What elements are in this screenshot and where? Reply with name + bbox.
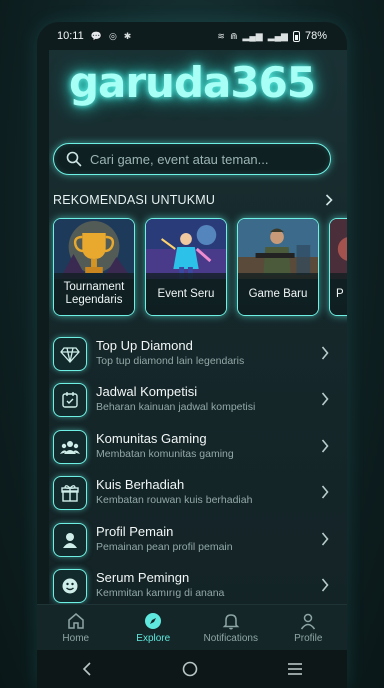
- menu-item-quiz[interactable]: Kuis Berhadiah Kembatan rouwan kuis berh…: [49, 471, 347, 517]
- diamond-icon: [53, 337, 87, 371]
- smile-icon: [53, 568, 87, 603]
- soldier-art: [238, 219, 318, 279]
- menu-item-profile[interactable]: Profil Pemain Pemainan pean profil pemai…: [49, 518, 347, 564]
- settings-icon: ✱: [123, 30, 132, 41]
- battery-icon: [292, 30, 300, 42]
- chevron-right-icon: [321, 532, 329, 546]
- status-bar: 10:11 💬 ◎ ✱ ≋ ⋒ ▂▄▆ ▂▄▆ 78%: [37, 22, 347, 50]
- search-icon: [66, 151, 82, 167]
- chevron-right-icon: [321, 439, 329, 453]
- chevron-right-icon: [321, 485, 329, 499]
- vibrate-icon: ≋: [217, 30, 225, 41]
- card-label: Game Baru: [238, 273, 318, 315]
- tab-label: Home: [62, 632, 90, 644]
- menu-subtitle: Membatan komunitas gaming: [96, 447, 234, 460]
- section-title: REKOMENDASI UNTUKMU: [53, 193, 216, 207]
- chevron-right-icon: [321, 392, 329, 406]
- menu-title: Kuis Berhadiah: [96, 477, 185, 493]
- status-time: 10:11: [57, 30, 84, 42]
- menu-item-schedule[interactable]: Jadwal Kompetisi Beharan kainuan jadwal …: [49, 378, 347, 424]
- card-label: P S: [330, 273, 347, 315]
- card-more[interactable]: P S: [329, 218, 347, 316]
- chevron-right-icon: [321, 578, 329, 592]
- tab-label: Notifications: [203, 632, 258, 644]
- tab-notifications[interactable]: Notifications: [193, 612, 269, 644]
- community-icon: [53, 429, 87, 464]
- menu-title: Jadwal Kompetisi: [96, 384, 198, 400]
- menu-item-community[interactable]: Komunitas Gaming Membatan komunitas gami…: [49, 425, 347, 471]
- compass-icon: [145, 612, 162, 629]
- menu-item-topup[interactable]: Top Up Diamond Top tup diamond lain lege…: [49, 332, 347, 378]
- menu-title: Serum Pemingn: [96, 569, 190, 585]
- card-tournament[interactable]: Tournament Legendaris: [53, 218, 135, 316]
- chevron-right-icon[interactable]: [325, 194, 333, 206]
- tab-label: Explore: [136, 632, 171, 644]
- recommend-header[interactable]: REKOMENDASI UNTUKMU: [53, 192, 333, 208]
- phone-screen: 10:11 💬 ◎ ✱ ≋ ⋒ ▂▄▆ ▂▄▆ 78% garuda365 RE…: [37, 22, 347, 688]
- card-new-game[interactable]: Game Baru: [237, 218, 319, 316]
- system-nav-bar: [37, 650, 347, 688]
- tab-home[interactable]: Home: [38, 612, 114, 644]
- menu-title: Top Up Diamond: [96, 338, 193, 353]
- menu-list: Top Up Diamond Top tup diamond lain lege…: [49, 332, 347, 626]
- search-bar[interactable]: [53, 143, 331, 175]
- card-event[interactable]: Event Seru: [145, 218, 227, 316]
- wifi-icon: ⋒: [229, 30, 238, 41]
- hero-art: [146, 219, 226, 279]
- tab-label: Profile: [294, 632, 323, 644]
- chevron-right-icon: [321, 346, 329, 360]
- more-art: [330, 219, 347, 279]
- signal-icon: ▂▄▆: [242, 30, 263, 41]
- card-label: Event Seru: [146, 273, 226, 315]
- signal2-icon: ▂▄▆: [267, 30, 288, 41]
- trophy-art: [54, 219, 134, 279]
- menu-title: Komunitas Gaming: [96, 430, 207, 446]
- menu-title: Profil Pemain: [96, 523, 174, 539]
- explore-content[interactable]: garuda365 REKOMENDASI UNTUKMU: [49, 50, 347, 626]
- menu-subtitle: Beharan kainuan jadwal kompetisi: [96, 401, 256, 414]
- user-icon: [301, 613, 316, 629]
- tab-profile[interactable]: Profile: [270, 612, 346, 644]
- battery-level: 78%: [304, 30, 327, 42]
- recommend-carousel[interactable]: Tournament Legendaris Event Seru Game Ba…: [53, 218, 347, 318]
- instagram-icon: ◎: [108, 30, 117, 41]
- menu-subtitle: Top tup diamond lain legendaris: [96, 355, 245, 367]
- person-icon: [53, 522, 87, 557]
- bell-icon: [222, 613, 240, 629]
- card-label: Tournament Legendaris: [54, 273, 134, 315]
- menu-subtitle: Pemainan pean profil pemain: [96, 540, 233, 553]
- bottom-tab-bar: Home Explore Notifications Profile: [37, 604, 347, 650]
- home-circle-icon[interactable]: [182, 661, 198, 677]
- gift-icon: [53, 476, 87, 511]
- search-input[interactable]: [90, 151, 310, 167]
- tab-explore[interactable]: Explore: [115, 612, 191, 644]
- chat-icon: 💬: [90, 30, 102, 41]
- calendar-icon: [53, 383, 87, 418]
- app-logo: garuda365: [68, 58, 316, 107]
- menu-icon[interactable]: [287, 662, 303, 676]
- home-icon: [68, 612, 84, 629]
- back-icon[interactable]: [81, 661, 93, 677]
- menu-subtitle: Kembatan rouwan kuis berhadiah: [96, 494, 253, 507]
- menu-subtitle: Kemmitan kamırıg di anana: [96, 586, 225, 599]
